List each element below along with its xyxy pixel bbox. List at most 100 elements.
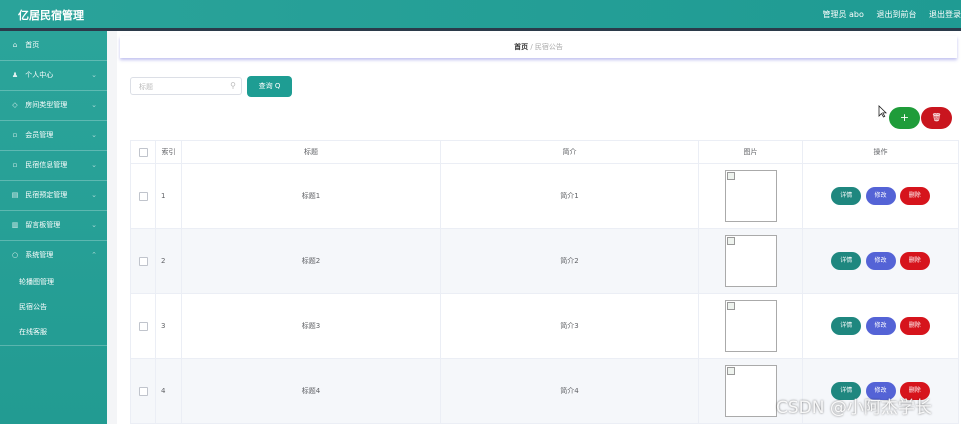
cell-title: 标题1 <box>181 163 441 229</box>
sidebar-item-label: 民宿信息管理 <box>25 161 68 169</box>
detail-button[interactable]: 详情 <box>831 317 862 335</box>
top-navbar: 亿居民宿管理 管理员 abo 退出到前台 退出登录 <box>0 0 961 28</box>
sidebar-item-home[interactable]: ⌂ 首页 <box>0 31 107 61</box>
cell-image <box>698 293 803 359</box>
sidebar-item-label: 首页 <box>25 41 40 49</box>
broken-image-icon[interactable] <box>724 300 777 352</box>
cell-index: 3 <box>155 293 182 359</box>
breadcrumb-current: 民宿公告 <box>534 43 563 51</box>
chevron-down-icon: ⌄ <box>91 221 97 229</box>
select-all-checkbox[interactable] <box>138 147 148 157</box>
sidebar-item-label: 房间类型管理 <box>25 101 68 109</box>
edit-button[interactable]: 修改 <box>865 252 896 270</box>
cell-intro: 简介4 <box>440 358 699 424</box>
sidebar-subitem-announcement[interactable]: 民宿公告 <box>0 295 107 320</box>
batch-delete-button[interactable]: 🗑 <box>921 107 952 129</box>
home-icon: ⌂ <box>12 41 18 49</box>
booking-icon: ▤ <box>11 191 19 199</box>
row-checkbox[interactable] <box>138 321 148 331</box>
row-checkbox[interactable] <box>138 256 148 266</box>
sidebar: ⌂ 首页 ♟ 个人中心 ⌄ ◇ 房间类型管理 ⌄ ▫ 会员管理 ⌄ ▫ 民宿信息… <box>0 31 107 424</box>
select-all-cell <box>130 140 156 164</box>
query-button[interactable]: 查询 Q <box>247 76 292 97</box>
delete-button[interactable]: 删除 <box>899 252 930 270</box>
sidebar-item-system[interactable]: ○ 系统管理 ⌃ <box>0 241 107 270</box>
chevron-down-icon: ⌄ <box>91 131 97 139</box>
content-gutter <box>107 31 117 424</box>
sidebar-subitem-online-service[interactable]: 在线客服 <box>0 320 107 346</box>
homestay-info-icon: ▫ <box>12 161 18 169</box>
announcement-table: 索引 标题 简介 图片 操作 1 标题1 简介1 详情 修改 删除 2 标题2 … <box>130 140 959 424</box>
cell-title: 标题2 <box>181 228 441 294</box>
user-icon: ♟ <box>11 71 19 79</box>
breadcrumb-home[interactable]: 首页 <box>514 43 528 51</box>
row-checkbox[interactable] <box>138 386 148 396</box>
cell-title: 标题4 <box>181 358 441 424</box>
edit-button[interactable]: 修改 <box>865 317 896 335</box>
sidebar-item-label: 系统管理 <box>25 251 54 259</box>
detail-button[interactable]: 详情 <box>831 252 862 270</box>
trash-icon: 🗑 <box>931 113 942 122</box>
table-row: 1 标题1 简介1 详情 修改 删除 <box>130 163 959 229</box>
sidebar-item-label: 民宿预定管理 <box>25 191 68 199</box>
chevron-up-icon: ⌃ <box>91 251 97 259</box>
title-search-input[interactable] <box>137 79 227 95</box>
back-to-frontend-link[interactable]: 退出到前台 <box>876 10 916 19</box>
column-header-image: 图片 <box>698 140 803 164</box>
cell-index: 4 <box>155 358 182 424</box>
system-icon: ○ <box>11 251 19 259</box>
csdn-watermark: CSDN @小阿杰学长 <box>776 398 932 418</box>
broken-image-icon[interactable] <box>724 235 777 287</box>
cell-actions: 详情 修改 删除 <box>802 228 959 294</box>
header-divider <box>0 28 961 31</box>
sidebar-subitem-carousel[interactable]: 轮播图管理 <box>0 270 107 295</box>
column-header-title: 标题 <box>181 140 441 164</box>
chevron-down-icon: ⌄ <box>91 71 97 79</box>
broken-image-icon[interactable] <box>724 170 777 222</box>
logout-link[interactable]: 退出登录 <box>929 10 961 19</box>
sidebar-item-personal-center[interactable]: ♟ 个人中心 ⌄ <box>0 61 107 91</box>
member-icon: ▫ <box>12 131 18 139</box>
delete-button[interactable]: 删除 <box>899 187 930 205</box>
sidebar-item-label: 会员管理 <box>25 131 54 139</box>
cell-title: 标题3 <box>181 293 441 359</box>
edit-button[interactable]: 修改 <box>865 187 896 205</box>
broken-image-icon[interactable] <box>724 365 777 417</box>
search-box: ⚲ <box>130 77 242 95</box>
sidebar-item-label: 留言板管理 <box>25 221 61 229</box>
message-board-icon: ▥ <box>11 221 19 229</box>
cell-actions: 详情 修改 删除 <box>802 293 959 359</box>
table-row: 2 标题2 简介2 详情 修改 删除 <box>130 228 959 294</box>
row-checkbox-cell <box>130 228 156 294</box>
sidebar-item-members[interactable]: ▫ 会员管理 ⌄ <box>0 121 107 151</box>
room-type-icon: ◇ <box>12 101 18 109</box>
sidebar-item-label: 个人中心 <box>25 71 54 79</box>
cell-actions: 详情 修改 删除 <box>802 163 959 229</box>
row-checkbox-cell <box>130 293 156 359</box>
add-button[interactable]: + <box>889 107 920 129</box>
chevron-down-icon: ⌄ <box>91 101 97 109</box>
search-icon: ⚲ <box>230 81 236 90</box>
app-title: 亿居民宿管理 <box>18 9 84 22</box>
table-row: 3 标题3 简介3 详情 修改 删除 <box>130 293 959 359</box>
breadcrumb: 首页 / 民宿公告 <box>120 36 957 58</box>
sidebar-item-booking[interactable]: ▤ 民宿预定管理 ⌄ <box>0 181 107 211</box>
sidebar-item-homestay-info[interactable]: ▫ 民宿信息管理 ⌄ <box>0 151 107 181</box>
row-checkbox-cell <box>130 358 156 424</box>
delete-button[interactable]: 删除 <box>899 317 930 335</box>
column-header-actions: 操作 <box>802 140 959 164</box>
cell-image <box>698 228 803 294</box>
cell-index: 2 <box>155 228 182 294</box>
mouse-cursor-icon <box>878 105 887 120</box>
detail-button[interactable]: 详情 <box>831 187 862 205</box>
row-checkbox[interactable] <box>138 191 148 201</box>
sidebar-item-room-type[interactable]: ◇ 房间类型管理 ⌄ <box>0 91 107 121</box>
cell-intro: 简介2 <box>440 228 699 294</box>
user-label: 管理员 abo <box>822 10 864 19</box>
column-header-index: 索引 <box>155 140 182 164</box>
cell-intro: 简介1 <box>440 163 699 229</box>
chevron-down-icon: ⌄ <box>91 191 97 199</box>
sidebar-item-message-board[interactable]: ▥ 留言板管理 ⌄ <box>0 211 107 241</box>
header-right: 管理员 abo 退出到前台 退出登录 <box>812 9 961 20</box>
table-header-row: 索引 标题 简介 图片 操作 <box>130 140 959 164</box>
